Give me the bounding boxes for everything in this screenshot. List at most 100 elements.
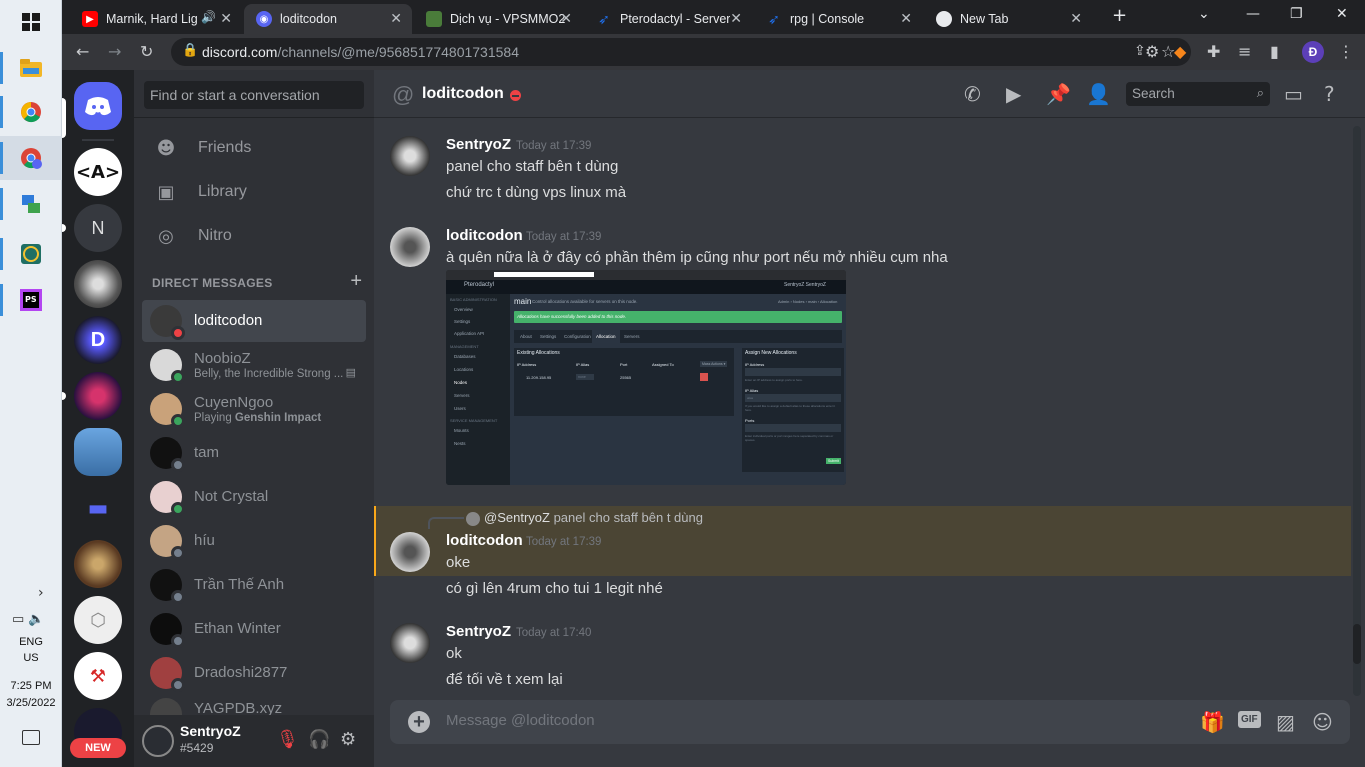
chat-search-input[interactable]: Search ⌕ bbox=[1126, 82, 1270, 106]
minimize-icon[interactable]: — bbox=[1246, 6, 1260, 22]
sticker-icon[interactable]: ▨ bbox=[1276, 710, 1295, 734]
discord-home-icon[interactable] bbox=[74, 82, 122, 130]
reply-reference[interactable]: @SentryoZ panel cho staff bên t dùng bbox=[466, 510, 703, 526]
side-panel-icon[interactable]: ▮ bbox=[1270, 42, 1279, 61]
forward-icon[interactable]: → bbox=[108, 42, 121, 61]
add-friends-to-dm-icon[interactable]: 👤 bbox=[1086, 82, 1111, 106]
notifications-icon[interactable] bbox=[22, 730, 40, 745]
voice-call-icon[interactable]: ✆ bbox=[964, 82, 981, 106]
extension-gear-icon[interactable]: ⚙ bbox=[1145, 42, 1159, 61]
server-n-icon[interactable]: N bbox=[74, 204, 122, 252]
browser-tab-pterodactyl[interactable]: ➶ Pterodactyl - Server ✕ bbox=[584, 4, 752, 34]
mute-microphone-icon[interactable]: 🎙 bbox=[276, 729, 299, 750]
emoji-icon[interactable]: ☺ bbox=[1312, 710, 1333, 734]
server-cat-icon[interactable] bbox=[74, 372, 122, 420]
taskbar-clock[interactable]: 7:25 PM 3/25/2022 bbox=[0, 678, 62, 712]
upload-plus-icon[interactable]: + bbox=[408, 711, 430, 733]
server-cube-icon[interactable]: ⬡ bbox=[74, 596, 122, 644]
new-tab-icon[interactable]: + bbox=[1112, 5, 1127, 26]
message-author[interactable]: loditcodon bbox=[446, 227, 523, 244]
message-author[interactable]: SentryoZ bbox=[446, 136, 511, 153]
restore-icon[interactable]: ❐ bbox=[1290, 6, 1303, 22]
windows-start-icon[interactable] bbox=[0, 0, 62, 44]
profile-avatar[interactable]: Đ bbox=[1302, 41, 1324, 63]
chrome-menu-icon[interactable]: ⋮ bbox=[1338, 42, 1354, 61]
share-icon[interactable]: ⇪ bbox=[1134, 43, 1146, 59]
message-author[interactable]: SentryoZ bbox=[446, 623, 511, 640]
dm-item-not-crystal[interactable]: Not Crystal bbox=[142, 476, 366, 518]
message-avatar[interactable] bbox=[390, 623, 430, 663]
browser-tab-new-tab[interactable]: New Tab ✕ bbox=[924, 4, 1092, 34]
dm-item-ethan-winter[interactable]: Ethan Winter bbox=[142, 608, 366, 650]
server-city-icon[interactable] bbox=[74, 428, 122, 476]
server-anvil-icon[interactable]: ⚒ bbox=[74, 652, 122, 700]
message-avatar[interactable] bbox=[390, 532, 430, 572]
user-name[interactable]: SentryoZ bbox=[180, 723, 241, 739]
media-control-icon[interactable]: ≡ bbox=[1238, 42, 1251, 61]
video-call-icon[interactable]: ▶ bbox=[1006, 82, 1021, 106]
server-d-icon[interactable]: D bbox=[74, 316, 122, 364]
dm-item-yagpdb[interactable]: YAGPDB.xyz bbox=[142, 696, 366, 716]
browser-tab-discord[interactable]: ◉ loditcodon ✕ bbox=[244, 4, 412, 34]
message-avatar[interactable] bbox=[390, 227, 430, 267]
browser-tab-vpsmmo[interactable]: Dịch vụ - VPSMMO2 ✕ bbox=[414, 4, 582, 34]
server-compass-icon[interactable] bbox=[74, 260, 122, 308]
reload-icon[interactable]: ↻ bbox=[140, 42, 153, 61]
gift-icon[interactable]: 🎁 bbox=[1200, 710, 1225, 734]
close-tab-icon[interactable]: ✕ bbox=[900, 10, 912, 27]
user-avatar[interactable] bbox=[142, 725, 174, 757]
app-circle-taskbar-icon[interactable] bbox=[0, 232, 62, 276]
headphones-icon[interactable]: 🎧 bbox=[308, 729, 330, 750]
dm-item-tran-the-anh[interactable]: Trần Thế Anh bbox=[142, 564, 366, 606]
help-icon[interactable]: ? bbox=[1324, 82, 1335, 106]
browser-tab-youtube[interactable]: ▶ Marnik, Hard Lig 🔊 ✕ bbox=[70, 4, 242, 34]
speaker-icon[interactable]: 🔊 bbox=[201, 10, 216, 24]
dm-item-hiu[interactable]: híu bbox=[142, 520, 366, 562]
folder-icon[interactable]: ▬ bbox=[74, 484, 122, 532]
chrome-profile-taskbar-icon[interactable] bbox=[0, 136, 62, 180]
browser-tab-rpg-console[interactable]: ➶ rpg | Console ✕ bbox=[754, 4, 922, 34]
phpstorm-taskbar-icon[interactable]: PS bbox=[0, 278, 62, 322]
dm-search-input[interactable]: Find or start a conversation bbox=[144, 81, 364, 109]
network-speaker-tray-icon[interactable]: ▭ 🔈 bbox=[12, 612, 45, 627]
pinned-messages-icon[interactable]: 📌 bbox=[1046, 82, 1071, 106]
file-explorer-icon[interactable] bbox=[0, 46, 62, 90]
new-badge[interactable]: NEW bbox=[70, 738, 126, 758]
message-author[interactable]: loditcodon bbox=[446, 532, 523, 549]
user-settings-gear-icon[interactable]: ⚙ bbox=[340, 729, 356, 750]
nav-library[interactable]: ▣ Library bbox=[142, 171, 366, 213]
input-language[interactable]: ENG US bbox=[0, 634, 62, 666]
tray-expand-icon[interactable]: › bbox=[38, 586, 44, 600]
dm-item-tam[interactable]: tam bbox=[142, 432, 366, 474]
address-bar[interactable]: 🔒 discord.com/channels/@me/9568517748017… bbox=[171, 38, 1191, 66]
server-code-icon[interactable]: <A> bbox=[74, 148, 122, 196]
create-dm-icon[interactable]: + bbox=[350, 270, 362, 293]
close-tab-icon[interactable]: ✕ bbox=[390, 10, 402, 27]
inbox-icon[interactable]: ▭ bbox=[1284, 82, 1303, 106]
message-avatar[interactable] bbox=[390, 136, 430, 176]
chrome-taskbar-icon[interactable] bbox=[0, 90, 62, 134]
dm-item-loditcodon[interactable]: loditcodon bbox=[142, 300, 366, 342]
tab-search-icon[interactable]: ⌄ bbox=[1198, 6, 1210, 22]
extensions-puzzle-icon[interactable]: ✚ bbox=[1207, 42, 1220, 61]
close-tab-icon[interactable]: ✕ bbox=[730, 10, 742, 27]
dm-item-dradoshi2877[interactable]: Dradoshi2877 bbox=[142, 652, 366, 694]
message-image-attachment[interactable]: Pterodactyl SentryoZ SentryoZ BASIC ADMI… bbox=[446, 270, 846, 485]
close-tab-icon[interactable]: ✕ bbox=[560, 10, 572, 27]
lock-icon[interactable]: 🔒 bbox=[182, 43, 198, 58]
dm-item-noobioz[interactable]: NoobioZ Belly, the Incredible Strong ... … bbox=[142, 344, 366, 386]
dm-item-cuyenngoo[interactable]: CuyenNgoo Playing Genshin Impact bbox=[142, 388, 366, 430]
metamask-icon[interactable]: ◆ bbox=[1174, 42, 1186, 61]
close-tab-icon[interactable]: ✕ bbox=[220, 10, 232, 27]
gif-button[interactable]: GIF bbox=[1238, 711, 1261, 728]
close-tab-icon[interactable]: ✕ bbox=[1070, 10, 1082, 27]
server-wheel-icon[interactable] bbox=[74, 540, 122, 588]
message-input[interactable]: Message @loditcodon bbox=[446, 712, 595, 729]
back-icon[interactable]: ← bbox=[76, 42, 89, 61]
nav-nitro[interactable]: ◎ Nitro bbox=[142, 215, 366, 257]
url-text[interactable]: discord.com/channels/@me/956851774801731… bbox=[202, 44, 519, 60]
chat-scrollbar[interactable] bbox=[1353, 126, 1361, 696]
close-window-icon[interactable]: ✕ bbox=[1336, 6, 1348, 22]
network-tool-taskbar-icon[interactable] bbox=[0, 182, 62, 226]
scrollbar-thumb[interactable] bbox=[1353, 624, 1361, 664]
